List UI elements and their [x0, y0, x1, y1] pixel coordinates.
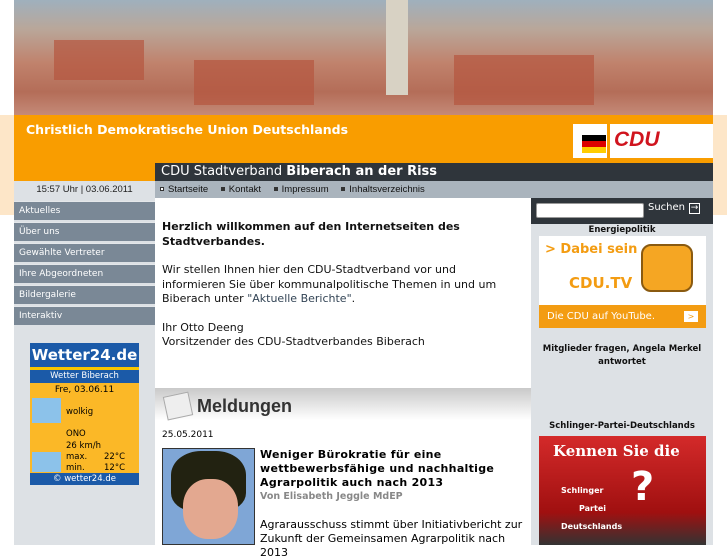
- flag-icon: [582, 135, 606, 153]
- merkel-title[interactable]: Mitglieder fragen, Angela Merkel antwort…: [531, 343, 713, 369]
- page-margin: [0, 115, 14, 215]
- weather-brand: Wetter24.de: [30, 343, 139, 370]
- nav-inhaltsverzeichnis[interactable]: Inhaltsverzeichnis: [341, 184, 425, 195]
- top-nav: Startseite Kontakt Impressum Inhaltsverz…: [155, 181, 713, 198]
- right-sidebar: Suchen → Energiepolitik > Dabei sein CDU.…: [531, 198, 713, 545]
- search-button[interactable]: Suchen →: [648, 202, 701, 214]
- news-author-photo[interactable]: [162, 448, 255, 545]
- cdu-logo[interactable]: CDU: [573, 124, 713, 158]
- menu-aktuelles[interactable]: Aktuelles: [14, 201, 155, 220]
- weather-location: Wetter Biberach: [30, 370, 139, 383]
- left-sidebar: Aktuelles Über uns Gewählte Vertreter Ih…: [14, 198, 155, 545]
- menu-ueber-uns[interactable]: Über uns: [14, 222, 155, 241]
- news-item: Weniger Bürokratie für eine wettbewerbsf…: [260, 448, 528, 560]
- welcome-heading: Herzlich willkommen auf den Internetseit…: [162, 220, 460, 248]
- nav-kontakt[interactable]: Kontakt: [220, 184, 261, 195]
- search-input[interactable]: [536, 203, 644, 218]
- org-name: Christlich Demokratische Union Deutschla…: [26, 122, 349, 137]
- welcome-text: Herzlich willkommen auf den Internetseit…: [162, 220, 522, 350]
- cloud-sun-icon: [32, 398, 61, 423]
- search-bar: Suchen →: [531, 198, 713, 224]
- cdu-tv-banner[interactable]: > Dabei sein CDU.TV Die CDU auf YouTube.…: [539, 236, 706, 328]
- newspaper-icon: [162, 391, 194, 421]
- weather-date: Fre, 03.06.11: [54, 385, 115, 395]
- datetime: 15:57 Uhr | 03.06.2011: [14, 181, 155, 198]
- play-icon: >: [684, 311, 698, 322]
- thermometer-icon: [32, 452, 61, 472]
- page-margin: [713, 115, 727, 215]
- menu-interaktiv[interactable]: Interaktiv: [14, 306, 155, 325]
- weather-footer: © wetter24.de: [30, 473, 139, 485]
- menu-gewaehlte-vertreter[interactable]: Gewählte Vertreter: [14, 243, 155, 262]
- question-mark-icon: ?: [631, 464, 655, 510]
- news-date: 25.05.2011: [162, 430, 214, 440]
- energie-title: Energiepolitik: [588, 225, 656, 235]
- menu-bildergalerie[interactable]: Bildergalerie: [14, 285, 155, 304]
- news-teaser: Agrarausschuss stimmt über Initiativberi…: [260, 518, 523, 559]
- weather-max: 22°C: [104, 452, 126, 462]
- page: Christlich Demokratische Union Deutschla…: [14, 0, 713, 559]
- nav-impressum[interactable]: Impressum: [273, 184, 329, 195]
- header-city-photo: [14, 0, 713, 115]
- site-title: CDU Stadtverband Biberach an der Riss: [155, 163, 713, 181]
- news-headline[interactable]: Weniger Bürokratie für eine wettbewerbsf…: [260, 448, 528, 490]
- menu-ihre-abgeordneten[interactable]: Ihre Abgeordneten: [14, 264, 155, 283]
- spd-banner[interactable]: Kennen Sie die Schlinger Partei Deutschl…: [539, 436, 706, 545]
- main-content: Herzlich willkommen auf den Internetseit…: [155, 198, 531, 559]
- weather-max-label: max.: [66, 452, 88, 462]
- weather-widget[interactable]: Wetter24.de Wetter Biberach Fre, 03.06.1…: [30, 343, 139, 485]
- arrow-right-icon: →: [689, 203, 701, 214]
- aktuelle-berichte-link[interactable]: "Aktuelle Berichte": [247, 292, 351, 305]
- tv-icon: [641, 244, 693, 292]
- news-section-header: Meldungen: [155, 388, 531, 421]
- news-byline: Von Elisabeth Jeggle MdEP: [260, 491, 403, 502]
- weather-min: 12°C: [104, 463, 126, 473]
- nav-startseite[interactable]: Startseite: [160, 184, 208, 195]
- spd-title: Schlinger-Partei-Deutschlands: [549, 421, 695, 431]
- weather-min-label: min.: [66, 463, 85, 473]
